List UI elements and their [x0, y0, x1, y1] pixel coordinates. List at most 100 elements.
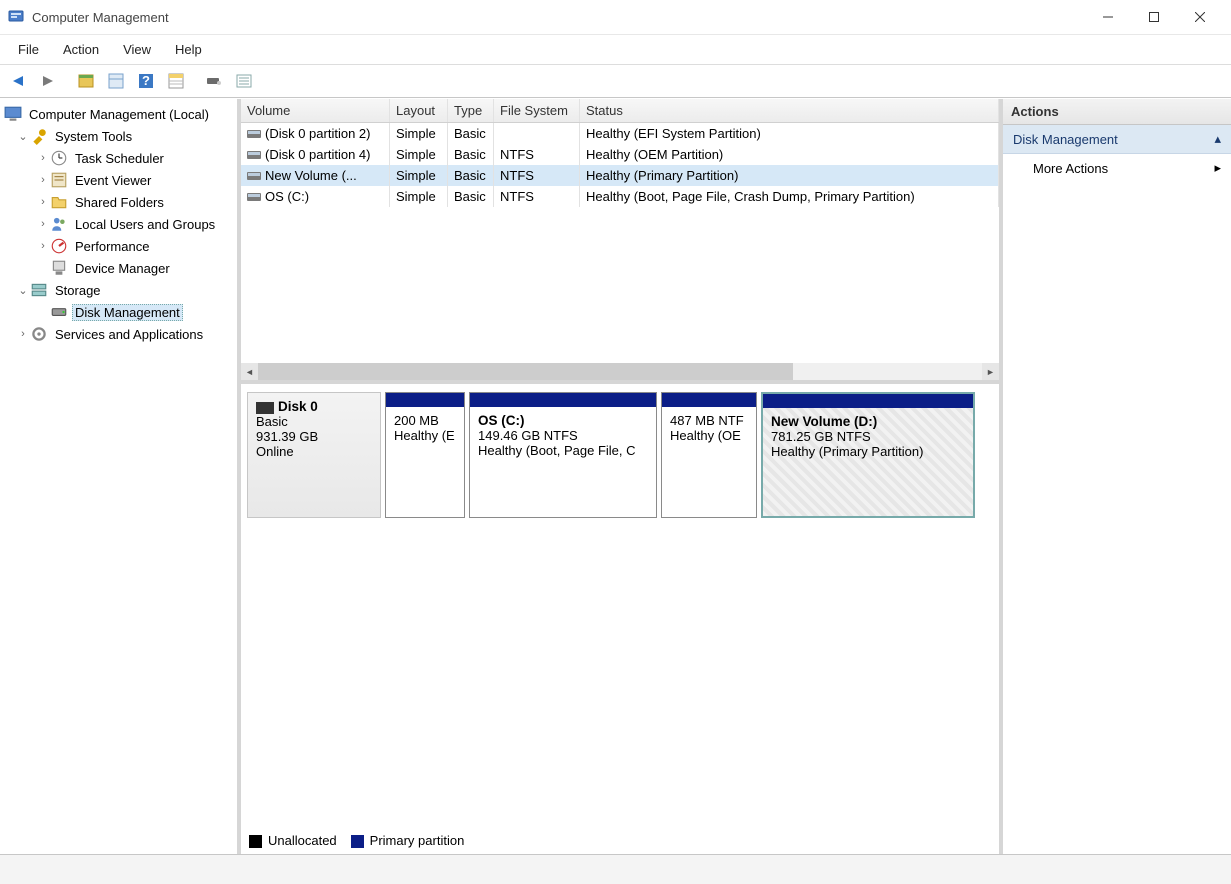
partition[interactable]: 200 MBHealthy (E — [385, 392, 465, 518]
maximize-button[interactable] — [1131, 1, 1177, 33]
partition[interactable]: OS (C:)149.46 GB NTFSHealthy (Boot, Page… — [469, 392, 657, 518]
tree-performance[interactable]: ›Performance — [0, 235, 237, 257]
col-header-layout[interactable]: Layout — [390, 99, 448, 122]
disk-row[interactable]: Disk 0 Basic 931.39 GB Online 200 MBHeal… — [247, 392, 993, 518]
separator-icon — [192, 67, 198, 95]
scroll-track[interactable] — [258, 363, 982, 380]
col-header-fs[interactable]: File System — [494, 99, 580, 122]
tree-shared-folders[interactable]: ›Shared Folders — [0, 191, 237, 213]
tree-label: Device Manager — [72, 260, 173, 277]
tools-icon — [30, 128, 48, 144]
volume-layout: Simple — [390, 144, 448, 165]
volume-layout: Simple — [390, 123, 448, 144]
perf-icon — [50, 238, 68, 254]
tree-label: Task Scheduler — [72, 150, 167, 167]
actions-more[interactable]: More Actions ▸ — [1003, 154, 1231, 182]
col-header-status[interactable]: Status — [580, 99, 999, 122]
volume-name: (Disk 0 partition 2) — [265, 126, 370, 141]
volume-status: Healthy (Boot, Page File, Crash Dump, Pr… — [580, 186, 999, 207]
list-view-button[interactable] — [230, 67, 258, 95]
volume-status: Healthy (OEM Partition) — [580, 144, 999, 165]
volume-row[interactable]: (Disk 0 partition 4)SimpleBasicNTFSHealt… — [241, 144, 999, 165]
volume-row[interactable]: New Volume (...SimpleBasicNTFSHealthy (P… — [241, 165, 999, 186]
tree-device-manager[interactable]: Device Manager — [0, 257, 237, 279]
collapse-icon[interactable]: ⌄ — [16, 130, 30, 143]
volume-fs: NTFS — [494, 144, 580, 165]
volume-row[interactable]: OS (C:)SimpleBasicNTFSHealthy (Boot, Pag… — [241, 186, 999, 207]
expand-icon[interactable]: › — [36, 218, 50, 230]
volume-type: Basic — [448, 123, 494, 144]
tree-label: Local Users and Groups — [72, 216, 218, 233]
back-button[interactable] — [4, 67, 32, 95]
tree-root-label: Computer Management (Local) — [26, 106, 212, 123]
tree-label: Storage — [52, 282, 104, 299]
separator-icon — [64, 67, 70, 95]
console-tree[interactable]: Computer Management (Local) ⌄ System Tool… — [0, 99, 241, 854]
tree-disk-management[interactable]: Disk Management — [0, 301, 237, 323]
tree-root[interactable]: Computer Management (Local) — [0, 103, 237, 125]
col-header-type[interactable]: Type — [448, 99, 494, 122]
app-icon — [8, 9, 24, 25]
forward-button[interactable] — [34, 67, 62, 95]
actions-category[interactable]: Disk Management ▴ — [1003, 125, 1231, 154]
partition-bar — [386, 393, 464, 407]
collapse-icon[interactable]: ⌄ — [16, 284, 30, 297]
disk-info[interactable]: Disk 0 Basic 931.39 GB Online — [247, 392, 381, 518]
computer-icon — [4, 106, 22, 122]
partition-status: Healthy (OE — [670, 428, 748, 443]
menu-action[interactable]: Action — [51, 38, 111, 61]
disk-settings-button[interactable] — [200, 67, 228, 95]
actions-header: Actions — [1003, 99, 1231, 125]
volume-layout: Simple — [390, 165, 448, 186]
volume-list-header[interactable]: Volume Layout Type File System Status — [241, 99, 999, 123]
main-area: Computer Management (Local) ⌄ System Tool… — [0, 98, 1231, 854]
tree-local-users[interactable]: › Local Users and Groups — [0, 213, 237, 235]
expand-icon[interactable]: › — [36, 174, 50, 186]
close-button[interactable] — [1177, 1, 1223, 33]
partition-name: New Volume (D:) — [771, 414, 965, 429]
menu-view[interactable]: View — [111, 38, 163, 61]
show-hide-tree-button[interactable] — [72, 67, 100, 95]
tree-system-tools[interactable]: ⌄ System Tools — [0, 125, 237, 147]
expand-icon[interactable]: › — [36, 240, 50, 252]
scroll-right-icon[interactable]: ► — [982, 363, 999, 380]
detail-view-button[interactable] — [162, 67, 190, 95]
tree-services-apps[interactable]: ›Services and Applications — [0, 323, 237, 345]
minimize-button[interactable] — [1085, 1, 1131, 33]
tree-storage[interactable]: ⌄ Storage — [0, 279, 237, 301]
volume-row[interactable]: (Disk 0 partition 2)SimpleBasicHealthy (… — [241, 123, 999, 144]
clock-icon — [50, 150, 68, 166]
partition[interactable]: 487 MB NTFHealthy (OE — [661, 392, 757, 518]
expand-icon[interactable]: › — [36, 196, 50, 208]
scroll-left-icon[interactable]: ◄ — [241, 363, 258, 380]
chevron-right-icon: ▸ — [1214, 160, 1221, 176]
window-title: Computer Management — [32, 10, 1085, 25]
disk-state: Online — [256, 444, 372, 459]
users-icon — [50, 216, 68, 232]
legend: Unallocated Primary partition — [249, 833, 464, 848]
partition-size: 200 MB — [394, 413, 456, 428]
volume-icon — [247, 128, 261, 140]
expand-icon[interactable]: › — [16, 328, 30, 340]
legend-primary: Primary partition — [351, 833, 465, 848]
tree-event-viewer[interactable]: ›Event Viewer — [0, 169, 237, 191]
volume-name: (Disk 0 partition 4) — [265, 147, 370, 162]
menu-file[interactable]: File — [6, 38, 51, 61]
help-button[interactable]: ? — [132, 67, 160, 95]
actions-category-label: Disk Management — [1013, 132, 1118, 147]
tree-task-scheduler[interactable]: › Task Scheduler — [0, 147, 237, 169]
col-header-volume[interactable]: Volume — [241, 99, 390, 122]
horizontal-scrollbar[interactable]: ◄ ► — [241, 363, 999, 380]
volume-fs: NTFS — [494, 186, 580, 207]
properties-button[interactable] — [102, 67, 130, 95]
collapse-icon: ▴ — [1214, 131, 1221, 147]
partition-bar — [763, 394, 973, 408]
expand-icon[interactable]: › — [36, 152, 50, 164]
volume-icon — [247, 191, 261, 203]
partition[interactable]: New Volume (D:)781.25 GB NTFSHealthy (Pr… — [761, 392, 975, 518]
menu-help[interactable]: Help — [163, 38, 214, 61]
scroll-thumb[interactable] — [258, 363, 793, 380]
tree-label: System Tools — [52, 128, 135, 145]
partition-status: Healthy (E — [394, 428, 456, 443]
volume-layout: Simple — [390, 186, 448, 207]
